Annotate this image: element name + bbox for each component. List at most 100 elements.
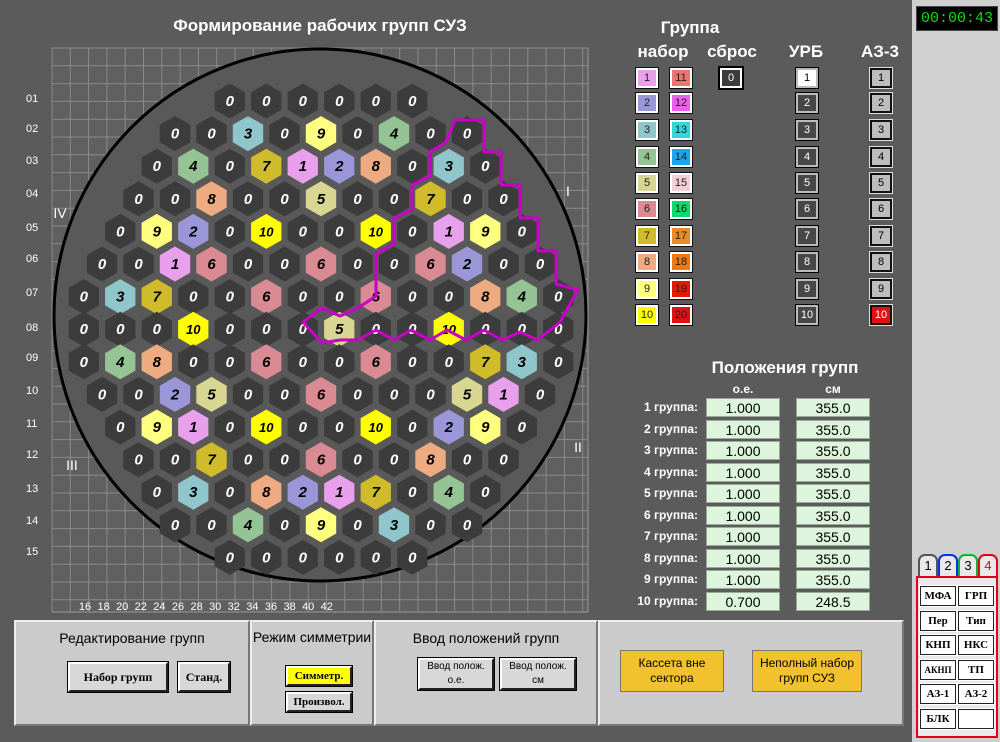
col-label: 34: [246, 601, 258, 613]
nabor-group-4[interactable]: 4: [635, 146, 659, 168]
nav-button[interactable]: Тип: [957, 609, 995, 632]
hex-value: 0: [299, 419, 308, 436]
urb-group-9[interactable]: 9: [795, 278, 819, 300]
nav-button[interactable]: ТП: [957, 658, 995, 681]
nabor-group-1[interactable]: 1: [635, 67, 659, 89]
nav-button[interactable]: [957, 707, 995, 730]
hex-value: 0: [280, 386, 289, 403]
hex-value: 4: [389, 126, 399, 143]
nabor-group-6[interactable]: 6: [635, 198, 659, 220]
nabor-group-11[interactable]: 11: [669, 67, 693, 89]
hex-value: 0: [408, 93, 417, 110]
nabor-group-9[interactable]: 9: [635, 278, 659, 300]
nabor-group-8[interactable]: 8: [635, 251, 659, 273]
urb-group-8[interactable]: 8: [795, 251, 819, 273]
az3-group-6[interactable]: 6: [869, 198, 893, 220]
nabor-group-12[interactable]: 12: [669, 92, 693, 114]
az3-group-10[interactable]: 10: [869, 304, 893, 326]
nabor-group-16[interactable]: 16: [669, 198, 693, 220]
sidebar-tab-2[interactable]: 2: [938, 554, 958, 576]
sidebar-tab-1[interactable]: 1: [918, 554, 938, 576]
hex-value: 0: [171, 452, 180, 469]
hex-value: 0: [353, 386, 362, 403]
az3-group-3[interactable]: 3: [869, 119, 893, 141]
nabor-grupp-button[interactable]: Набор групп: [67, 661, 169, 693]
position-oe-value: 1.000: [706, 548, 780, 568]
nav-button[interactable]: Пер: [919, 609, 957, 632]
nav-button[interactable]: АКНП: [919, 658, 957, 681]
input-cm-button[interactable]: Ввод полож. см: [499, 657, 577, 691]
nabor-group-14[interactable]: 14: [669, 146, 693, 168]
row-label: 11: [26, 418, 37, 430]
hex-value: 2: [444, 419, 454, 436]
edit-groups-panel: Редактирование групп Набор групп Станд.: [14, 620, 250, 726]
urb-group-5[interactable]: 5: [795, 172, 819, 194]
az3-group-9[interactable]: 9: [869, 278, 893, 300]
nabor-group-20[interactable]: 20: [669, 304, 693, 326]
hex-value: 0: [299, 354, 308, 371]
hex-value: 5: [317, 191, 326, 208]
urb-group-3[interactable]: 3: [795, 119, 819, 141]
input-oe-button[interactable]: Ввод полож. о.е.: [417, 657, 495, 691]
position-cm-value: 355.0: [796, 548, 870, 568]
kasseta-out-of-sector-indicator[interactable]: Кассета вне сектора: [620, 650, 724, 692]
sidebar-tab-4[interactable]: 4: [978, 554, 998, 576]
nav-button[interactable]: НКС: [957, 634, 995, 656]
incomplete-set-indicator[interactable]: Неполный набор групп СУЗ: [752, 650, 862, 692]
hex-value: 3: [189, 484, 198, 501]
row-label: 02: [26, 123, 38, 135]
nabor-group-13[interactable]: 13: [669, 119, 693, 141]
hex-value: 0: [299, 223, 308, 240]
position-row-label: 9 группа:: [643, 572, 698, 586]
hex-value: 0: [280, 452, 289, 469]
nav-button[interactable]: АЗ-1: [919, 683, 957, 705]
hex-value: 3: [244, 126, 253, 143]
urb-group-6[interactable]: 6: [795, 198, 819, 220]
row-label: 08: [26, 322, 38, 334]
nabor-group-18[interactable]: 18: [669, 251, 693, 273]
urb-group-4[interactable]: 4: [795, 146, 819, 168]
position-row-label: 1 группа:: [643, 400, 698, 414]
position-row-label: 8 группа:: [643, 550, 698, 565]
urb-group-1[interactable]: 1: [795, 67, 819, 89]
az3-header: АЗ-3: [860, 42, 900, 61]
group-title: Группа: [660, 18, 720, 37]
nav-button[interactable]: ГРП: [957, 585, 995, 607]
position-cm-value: 355.0: [796, 398, 870, 417]
sbros-button[interactable]: 0: [718, 66, 744, 90]
arbitrary-mode-button[interactable]: Произвол.: [285, 691, 353, 713]
hex-value: 0: [262, 93, 271, 110]
nav-button[interactable]: АЗ-2: [957, 683, 995, 705]
az3-group-2[interactable]: 2: [869, 92, 893, 114]
nabor-group-10[interactable]: 10: [635, 304, 659, 326]
urb-group-2[interactable]: 2: [795, 92, 819, 114]
urb-group-7[interactable]: 7: [795, 225, 819, 247]
symmetric-mode-button[interactable]: Симметр.: [285, 665, 353, 687]
nav-button[interactable]: МФА: [919, 585, 957, 607]
az3-group-1[interactable]: 1: [869, 67, 893, 89]
hex-value: 0: [189, 289, 198, 306]
az3-group-5[interactable]: 5: [869, 172, 893, 194]
hex-value: 0: [536, 256, 545, 273]
stand-button[interactable]: Станд.: [177, 661, 231, 693]
az3-group-8[interactable]: 8: [869, 251, 893, 273]
az3-group-4[interactable]: 4: [869, 146, 893, 168]
nabor-group-15[interactable]: 15: [669, 172, 693, 194]
nabor-group-17[interactable]: 17: [669, 225, 693, 247]
hex-value: 2: [188, 223, 198, 240]
nav-button[interactable]: КНП: [919, 634, 957, 656]
hex-value: 0: [226, 93, 235, 110]
nabor-group-3[interactable]: 3: [635, 119, 659, 141]
hex-value: 0: [80, 321, 89, 338]
status-panel: Кассета вне сектора Неполный набор групп…: [598, 620, 904, 726]
nabor-group-2[interactable]: 2: [635, 92, 659, 114]
az3-group-7[interactable]: 7: [869, 225, 893, 247]
urb-group-10[interactable]: 10: [795, 304, 819, 326]
sidebar-tab-3[interactable]: 3: [958, 554, 978, 576]
nav-button[interactable]: БЛК: [919, 707, 957, 730]
hex-value: 0: [244, 386, 253, 403]
nabor-group-19[interactable]: 19: [669, 278, 693, 300]
nabor-group-7[interactable]: 7: [635, 225, 659, 247]
hex-value: 0: [335, 223, 344, 240]
nabor-group-5[interactable]: 5: [635, 172, 659, 194]
